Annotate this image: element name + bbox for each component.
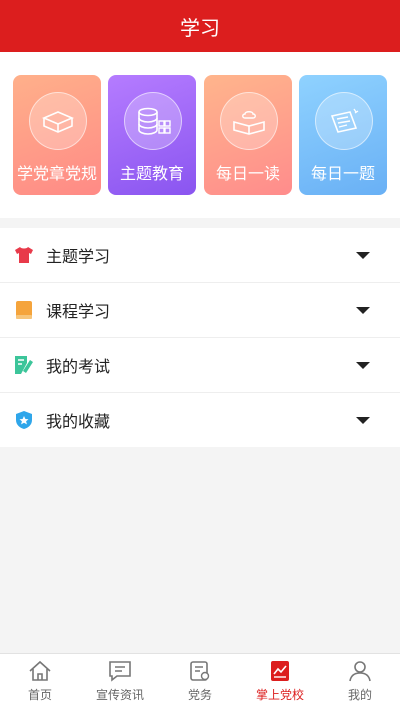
list-item-label: 主题学习 [46, 247, 111, 266]
tab-party-school[interactable]: 掌上党校 [240, 654, 320, 711]
message-icon [107, 659, 133, 683]
card-daily-question[interactable]: 每日一题 [299, 75, 387, 195]
tab-label: 首页 [27, 688, 52, 702]
feature-cards: 学党章党规 主题教育 每日一读 每日一题 [0, 52, 400, 218]
chart-book-icon [267, 659, 293, 683]
card-party-rules[interactable]: 学党章党规 [13, 75, 101, 195]
database-icon [124, 92, 182, 150]
notebook-icon [14, 300, 34, 320]
card-label: 主题教育 [119, 164, 184, 183]
exam-pencil-icon [14, 355, 34, 375]
card-daily-read[interactable]: 每日一读 [204, 75, 292, 195]
home-icon [27, 659, 53, 683]
tab-label: 掌上党校 [255, 688, 304, 702]
tab-mine[interactable]: 我的 [320, 654, 400, 711]
chevron-down-icon[interactable] [356, 307, 370, 314]
chevron-down-icon[interactable] [356, 252, 370, 259]
study-list: 主题学习 课程学习 我的考试 我的收藏 [0, 228, 400, 447]
tab-home[interactable]: 首页 [0, 654, 80, 711]
tablet-icon [315, 92, 373, 150]
book-box-icon [29, 92, 87, 150]
chevron-down-icon[interactable] [356, 417, 370, 424]
tab-label: 宣传资讯 [95, 688, 144, 702]
list-item-label: 我的考试 [46, 357, 111, 376]
card-theme-education[interactable]: 主题教育 [108, 75, 196, 195]
tab-news[interactable]: 宣传资讯 [80, 654, 160, 711]
open-book-icon [220, 92, 278, 150]
list-item-theme-study[interactable]: 主题学习 [0, 228, 400, 283]
list-item-course-study[interactable]: 课程学习 [0, 283, 400, 338]
header-bar: 学习 [0, 0, 400, 52]
document-icon [187, 659, 213, 683]
tab-label: 我的 [347, 688, 372, 702]
shirt-icon [14, 245, 34, 265]
tab-label: 党务 [187, 688, 212, 702]
list-item-my-favorites[interactable]: 我的收藏 [0, 393, 400, 447]
tab-party-affairs[interactable]: 党务 [160, 654, 240, 711]
chevron-down-icon[interactable] [356, 362, 370, 369]
list-item-label: 我的收藏 [46, 412, 111, 431]
card-label: 每日一读 [215, 164, 280, 183]
page-title: 学习 [180, 15, 220, 40]
card-label: 每日一题 [310, 164, 375, 183]
list-item-my-exam[interactable]: 我的考试 [0, 338, 400, 393]
star-shield-icon [14, 410, 34, 430]
user-icon [347, 659, 373, 683]
card-label: 学党章党规 [16, 164, 97, 183]
bottom-tab-bar: 首页 宣传资讯 党务 掌上党校 我的 [0, 653, 400, 711]
list-item-label: 课程学习 [46, 302, 111, 321]
